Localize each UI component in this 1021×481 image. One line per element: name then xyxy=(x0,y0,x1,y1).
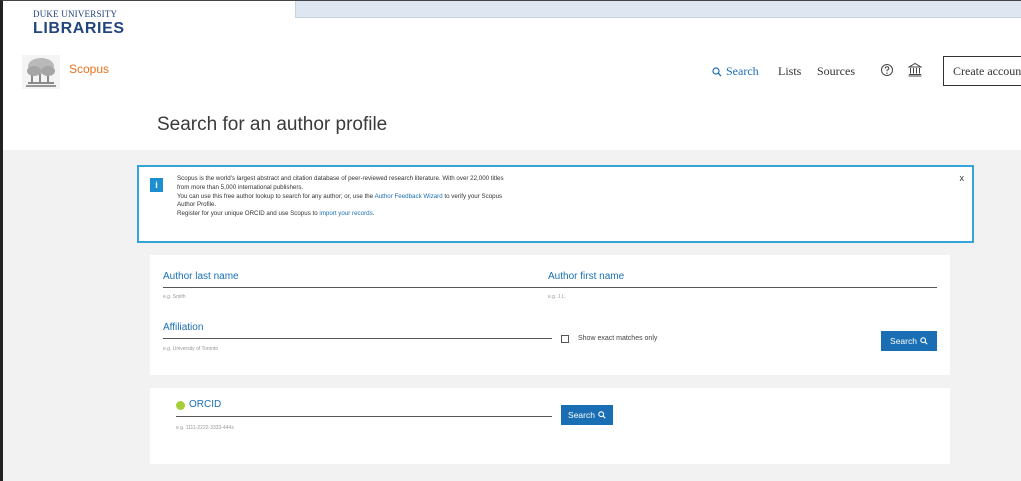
info-line: Register for your unique ORCID and use S… xyxy=(177,210,504,219)
info-banner: i Scopus is the world's largest abstract… xyxy=(137,165,974,243)
scopus-logo-text[interactable]: Scopus xyxy=(69,62,109,76)
info-banner-text: Scopus is the world's largest abstract a… xyxy=(177,175,504,219)
affiliation-input[interactable] xyxy=(163,338,552,339)
author-first-name-hint: e.g. J.L. xyxy=(548,294,566,300)
info-icon: i xyxy=(150,178,163,192)
duke-logo-big-text: LIBRARIES xyxy=(33,20,125,37)
elsevier-tree-logo[interactable] xyxy=(22,55,60,89)
browser-top-strip xyxy=(295,0,1021,18)
orcid-search-button[interactable]: Search xyxy=(561,405,613,425)
import-records-link[interactable]: import your records xyxy=(319,210,372,217)
info-text-segment: . xyxy=(372,210,375,218)
info-line: Scopus is the world's largest abstract a… xyxy=(177,175,504,182)
help-icon[interactable] xyxy=(880,63,894,77)
close-icon[interactable]: x xyxy=(960,173,965,183)
author-search-button[interactable]: Search xyxy=(881,331,937,351)
orcid-search-card xyxy=(150,388,950,464)
info-line: from more than 5,000 international publi… xyxy=(177,183,304,191)
author-first-name-input[interactable] xyxy=(548,287,937,288)
nav-lists[interactable]: Lists xyxy=(778,64,801,79)
affiliation-label: Affiliation xyxy=(163,322,204,333)
info-line: Author Profile. xyxy=(177,201,217,209)
author-search-button-label: Search xyxy=(890,336,917,346)
search-icon xyxy=(712,66,722,76)
info-text-segment: You can use this free author lookup to s… xyxy=(177,192,375,200)
info-line: You can use this free author lookup to s… xyxy=(177,193,504,202)
create-account-button[interactable]: Create account xyxy=(943,56,1021,86)
author-last-name-hint: e.g. Smith xyxy=(163,294,186,300)
duke-logo-small-text: DUKE UNIVERSITY xyxy=(33,9,118,19)
orcid-input[interactable] xyxy=(176,416,552,417)
nav-sources[interactable]: Sources xyxy=(817,64,855,79)
orcid-label: ORCID xyxy=(189,399,222,410)
affiliation-hint: e.g. University of Toronto xyxy=(163,346,219,352)
page-title: Search for an author profile xyxy=(157,114,388,135)
nav-search[interactable]: Search xyxy=(712,64,759,79)
search-icon xyxy=(920,337,928,345)
search-icon xyxy=(598,411,606,419)
info-text-segment: Register for your unique ORCID and use S… xyxy=(177,210,320,218)
author-last-name-input[interactable] xyxy=(163,287,552,288)
orcid-hint: e.g. 1111-2222-3333-444x xyxy=(176,425,234,431)
orcid-search-button-label: Search xyxy=(568,410,595,420)
exact-match-label[interactable]: Show exact matches only xyxy=(578,335,657,342)
exact-match-checkbox[interactable] xyxy=(561,335,569,343)
author-feedback-wizard-link[interactable]: Author Feedback Wizard xyxy=(375,193,443,200)
orcid-icon xyxy=(176,401,185,410)
nav-search-label: Search xyxy=(726,64,759,78)
institution-icon[interactable] xyxy=(908,62,922,77)
info-text-segment: to verify your Scopus xyxy=(442,192,503,200)
author-first-name-label: Author first name xyxy=(548,271,625,282)
duke-libraries-logo[interactable]: DUKE UNIVERSITY LIBRARIES xyxy=(33,9,125,38)
author-last-name-label: Author last name xyxy=(163,271,239,282)
